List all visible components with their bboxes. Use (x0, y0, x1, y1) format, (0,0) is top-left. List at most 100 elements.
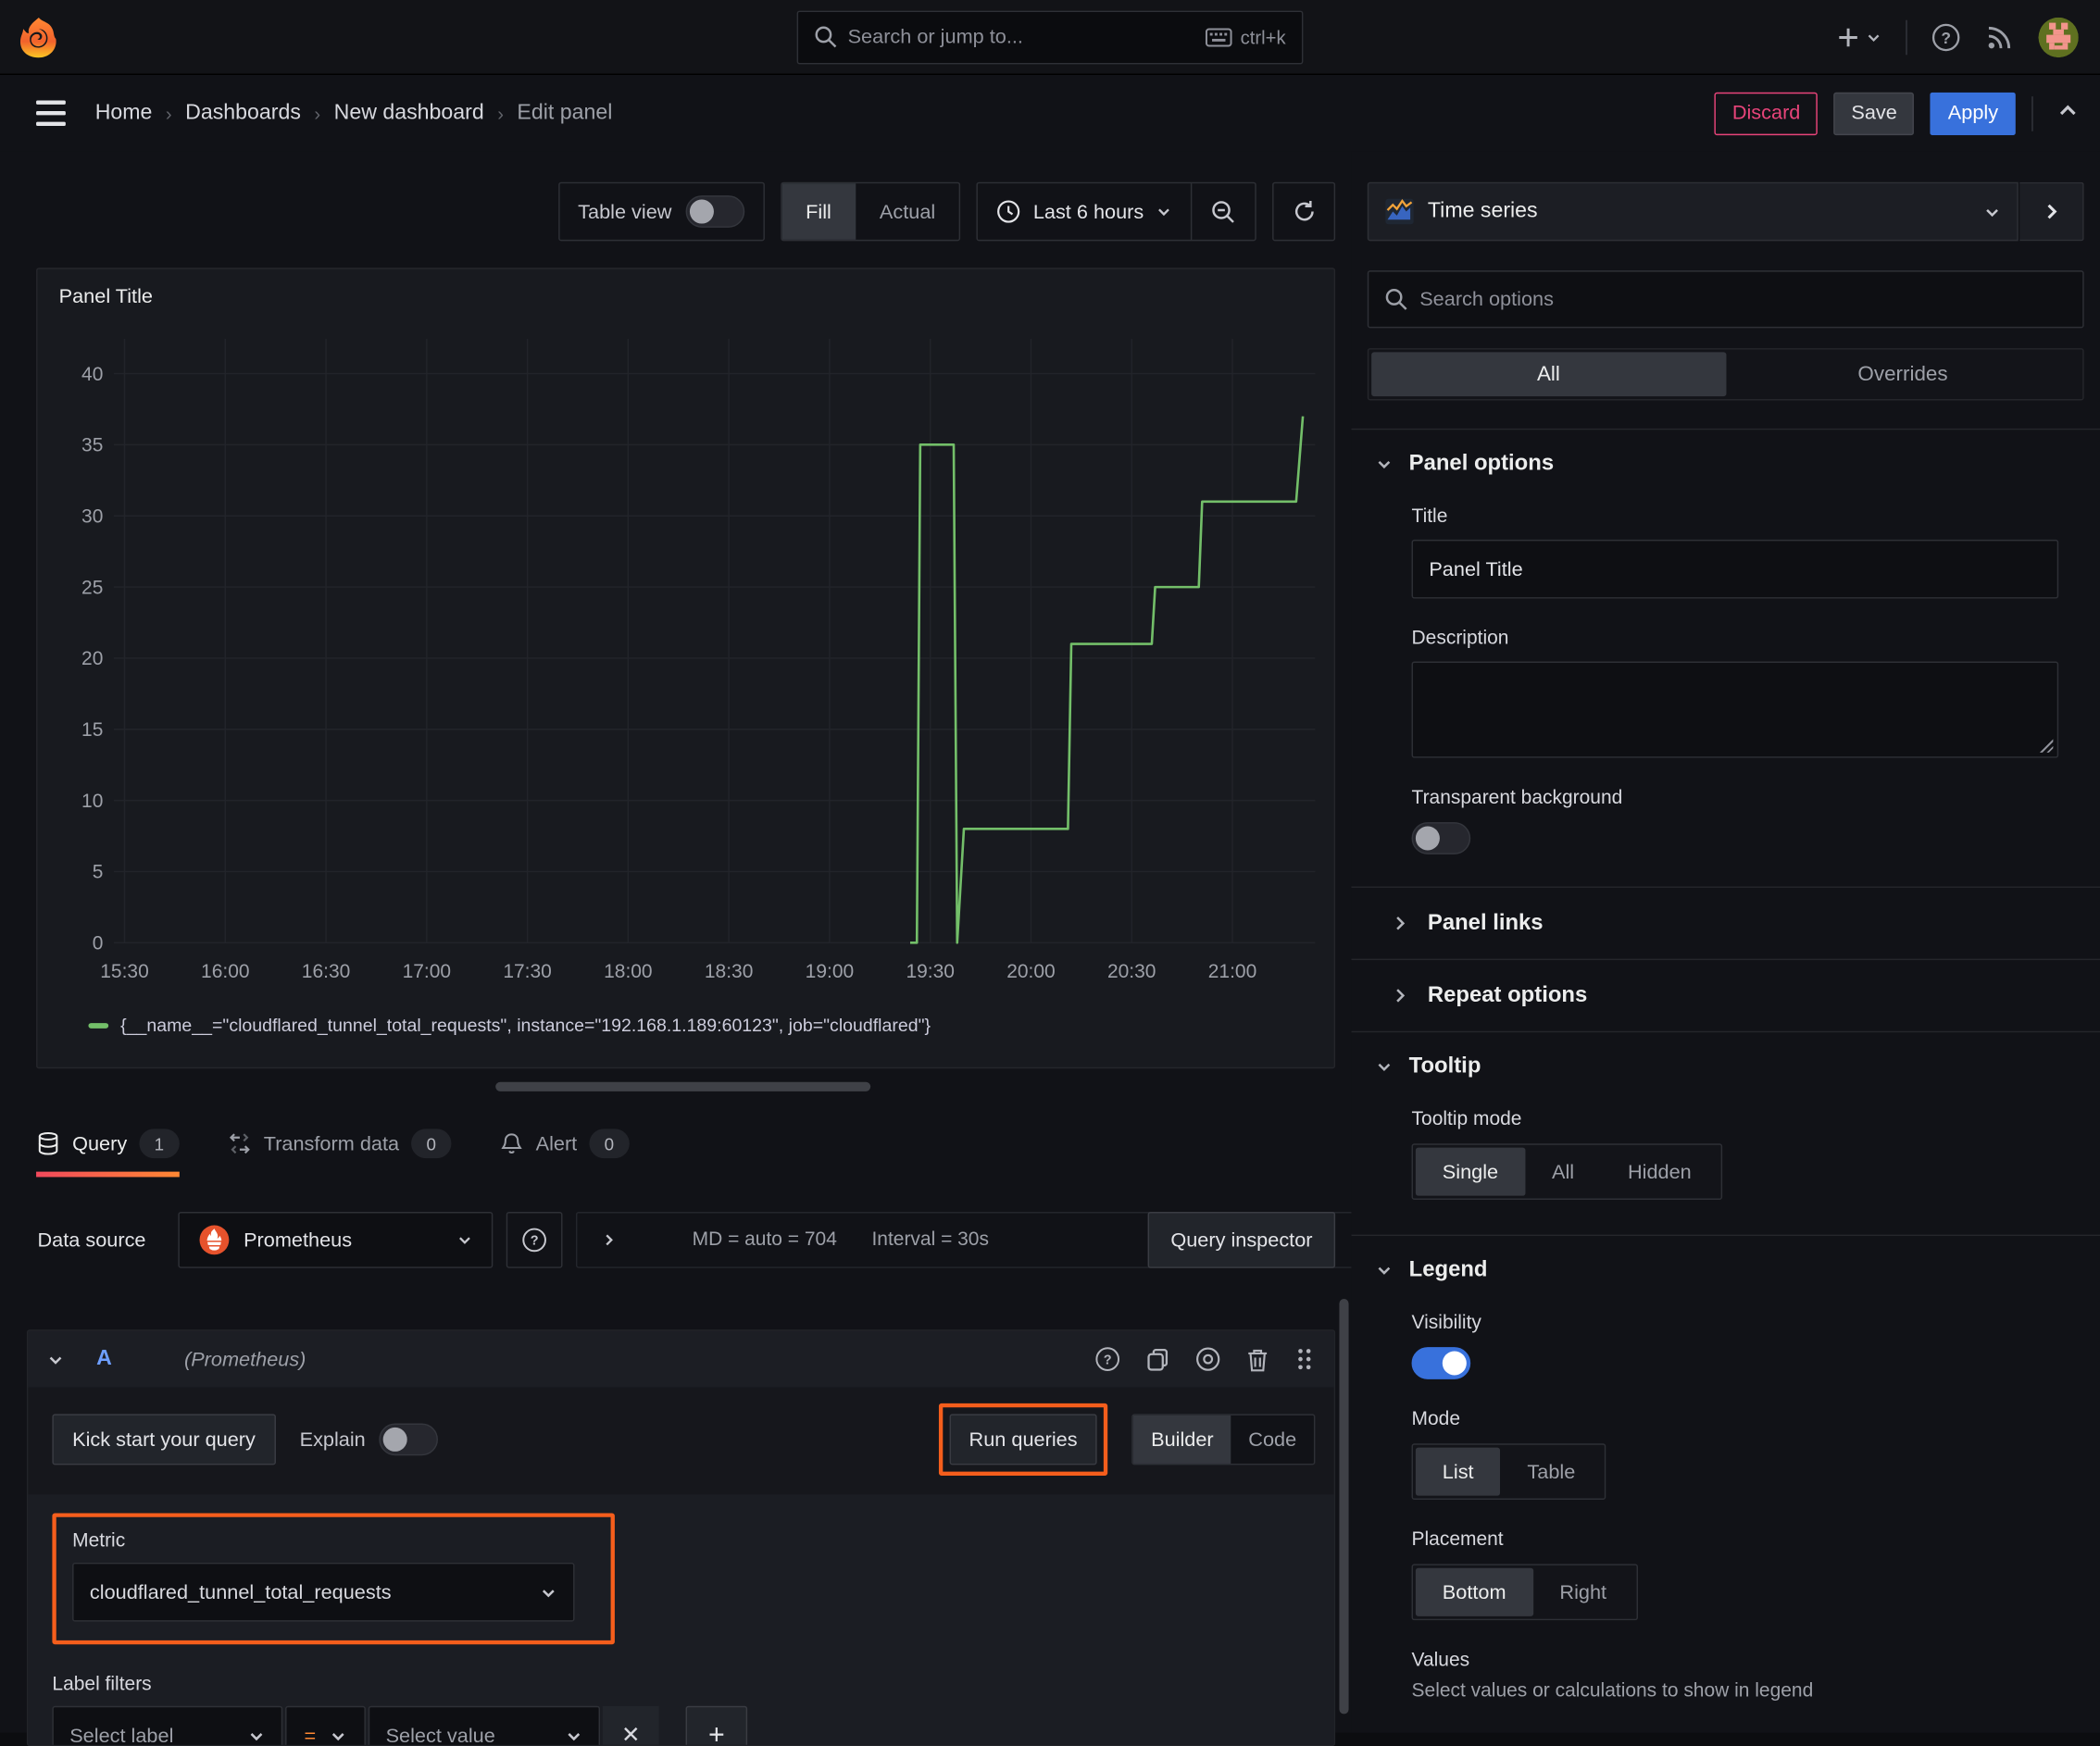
run-queries-button[interactable]: Run queries (948, 1414, 1098, 1465)
rss-icon (1988, 26, 2011, 48)
tooltip-section-header[interactable]: Tooltip (1368, 1032, 2084, 1079)
builder-option[interactable]: Builder (1133, 1415, 1231, 1464)
zoom-out-time-button[interactable] (1190, 183, 1255, 240)
query-builder-body: Metric cloudflared_tunnel_total_requests… (28, 1494, 1334, 1746)
alert-count-badge: 0 (589, 1129, 630, 1159)
series-label: {__name__="cloudflared_tunnel_total_requ… (120, 1015, 931, 1036)
help-circle-icon[interactable]: ? (1094, 1346, 1121, 1373)
search-shortcut: ctrl+k (1206, 26, 1286, 47)
select-label-dropdown[interactable]: Select label (52, 1705, 283, 1746)
svg-text:20: 20 (81, 648, 103, 669)
breadcrumb-separator: › (165, 102, 172, 124)
datasource-picker[interactable]: Prometheus (178, 1212, 494, 1268)
datasource-value: Prometheus (244, 1228, 353, 1252)
trash-icon[interactable] (1245, 1346, 1269, 1371)
actual-option[interactable]: Actual (856, 183, 959, 240)
plus-icon (1839, 28, 1857, 46)
apply-button[interactable]: Apply (1930, 92, 2016, 135)
explain-toggle[interactable] (379, 1423, 438, 1456)
tab-query[interactable]: Query 1 (36, 1110, 180, 1178)
breadcrumb-new-dashboard[interactable]: New dashboard (334, 101, 484, 125)
tab-overrides[interactable]: Overrides (1726, 352, 2081, 396)
tooltip-content: Tooltip mode Single All Hidden (1368, 1109, 2084, 1201)
legend-placement-right[interactable]: Right (1532, 1568, 1633, 1616)
chevron-down-icon[interactable] (47, 1351, 65, 1368)
visualization-picker[interactable]: Time series (1367, 181, 2019, 242)
svg-text:?: ? (531, 1234, 539, 1249)
svg-text:20:30: 20:30 (1107, 961, 1156, 982)
panel-links-section-header[interactable]: Panel links (1368, 888, 2084, 959)
legend-mode-table[interactable]: Table (1500, 1448, 1602, 1496)
datasource-help-button[interactable]: ? (506, 1212, 563, 1268)
query-row-header[interactable]: A (Prometheus) ? (28, 1330, 1334, 1388)
tab-transform-data[interactable]: Transform data 0 (228, 1110, 452, 1177)
legend-mode-list[interactable]: List (1415, 1447, 1501, 1496)
time-range-picker[interactable]: Last 6 hours (979, 200, 1191, 224)
legend-visibility-toggle[interactable] (1411, 1347, 1471, 1379)
vertical-scrollbar-thumb[interactable] (1339, 1299, 1349, 1715)
add-filter-button[interactable]: + (685, 1705, 748, 1745)
operator-dropdown[interactable]: = (285, 1705, 366, 1745)
collapse-options-button[interactable] (2057, 100, 2079, 127)
panel-title-input[interactable] (1411, 539, 2059, 599)
resize-handle-icon[interactable] (2039, 739, 2054, 753)
fill-option[interactable]: Fill (781, 183, 856, 240)
description-textarea[interactable] (1411, 661, 2059, 758)
legend-placement-bottom[interactable]: Bottom (1415, 1567, 1533, 1616)
nav-right-actions: ? (1836, 17, 2100, 57)
svg-text:21:00: 21:00 (1208, 961, 1256, 982)
menu-toggle-button[interactable] (36, 100, 66, 126)
code-option[interactable]: Code (1231, 1416, 1313, 1464)
tooltip-mode-all[interactable]: All (1525, 1148, 1601, 1196)
chevron-right-icon (1396, 989, 1406, 1003)
table-view-toggle[interactable] (684, 195, 744, 228)
options-filter-tabs: All Overrides (1367, 348, 2084, 401)
tooltip-mode-hidden[interactable]: Hidden (1601, 1148, 1719, 1196)
news-feed-button[interactable] (1985, 22, 2015, 52)
toggle-viz-picker-button[interactable] (2019, 181, 2084, 242)
zoom-out-icon (1212, 200, 1234, 223)
time-series-chart[interactable]: 0 5 10 15 20 25 30 35 40 15:30 16:00 16:30 17:00 17:3… (48, 328, 1326, 997)
max-data-points-stat: MD = auto = 704 (692, 1228, 837, 1251)
kick-start-query-button[interactable]: Kick start your query (52, 1414, 276, 1465)
options-search-input[interactable]: Search options (1367, 270, 2084, 329)
legend-mode-label: Mode (1411, 1408, 1461, 1430)
panel-title[interactable]: Panel Title (38, 269, 1334, 308)
prometheus-icon (199, 1225, 230, 1255)
select-label-placeholder: Select label (69, 1724, 174, 1746)
tab-alert[interactable]: Alert 0 (500, 1110, 630, 1177)
help-button[interactable]: ? (1931, 22, 1961, 52)
global-search-input[interactable]: Search or jump to... ctrl+k (796, 9, 1304, 64)
refresh-button[interactable] (1272, 181, 1336, 242)
grafana-logo-icon[interactable] (16, 14, 61, 59)
add-new-button[interactable] (1836, 25, 1881, 49)
svg-text:35: 35 (81, 435, 103, 456)
chart-legend-item[interactable]: {__name__="cloudflared_tunnel_total_requ… (88, 1015, 931, 1035)
legend-section-header[interactable]: Legend (1368, 1236, 2084, 1283)
drag-handle-icon[interactable] (1294, 1347, 1315, 1371)
save-button[interactable]: Save (1833, 92, 1915, 135)
panel-links-heading: Panel links (1427, 910, 1544, 935)
tab-transform-label: Transform data (263, 1131, 400, 1155)
user-avatar[interactable] (2038, 17, 2079, 57)
pane-resize-handle[interactable] (495, 1081, 871, 1091)
panel-options-section-header[interactable]: Panel options (1368, 430, 2084, 477)
metric-select[interactable]: cloudflared_tunnel_total_requests (72, 1562, 575, 1622)
select-value-dropdown[interactable]: Select value (368, 1705, 601, 1745)
transparent-background-toggle[interactable] (1411, 822, 1471, 854)
query-inspector-button[interactable]: Query inspector (1147, 1212, 1336, 1268)
description-label: Description (1411, 628, 1509, 650)
builder-code-switch: Builder Code (1131, 1414, 1316, 1465)
discard-button[interactable]: Discard (1715, 92, 1819, 135)
remove-filter-button[interactable]: ✕ (602, 1705, 659, 1745)
tab-all[interactable]: All (1371, 352, 1726, 397)
tooltip-mode-single[interactable]: Single (1415, 1147, 1526, 1196)
hide-response-icon[interactable] (1194, 1346, 1221, 1373)
duplicate-icon[interactable] (1145, 1346, 1170, 1371)
chevron-down-icon (1378, 1266, 1391, 1275)
repeat-options-section-header[interactable]: Repeat options (1368, 960, 2084, 1031)
legend-values-label: Values (1411, 1650, 1470, 1672)
breadcrumb-dashboards[interactable]: Dashboards (185, 101, 301, 125)
breadcrumb-home[interactable]: Home (95, 101, 153, 125)
top-nav: Search or jump to... ctrl+k ? (0, 0, 2100, 76)
